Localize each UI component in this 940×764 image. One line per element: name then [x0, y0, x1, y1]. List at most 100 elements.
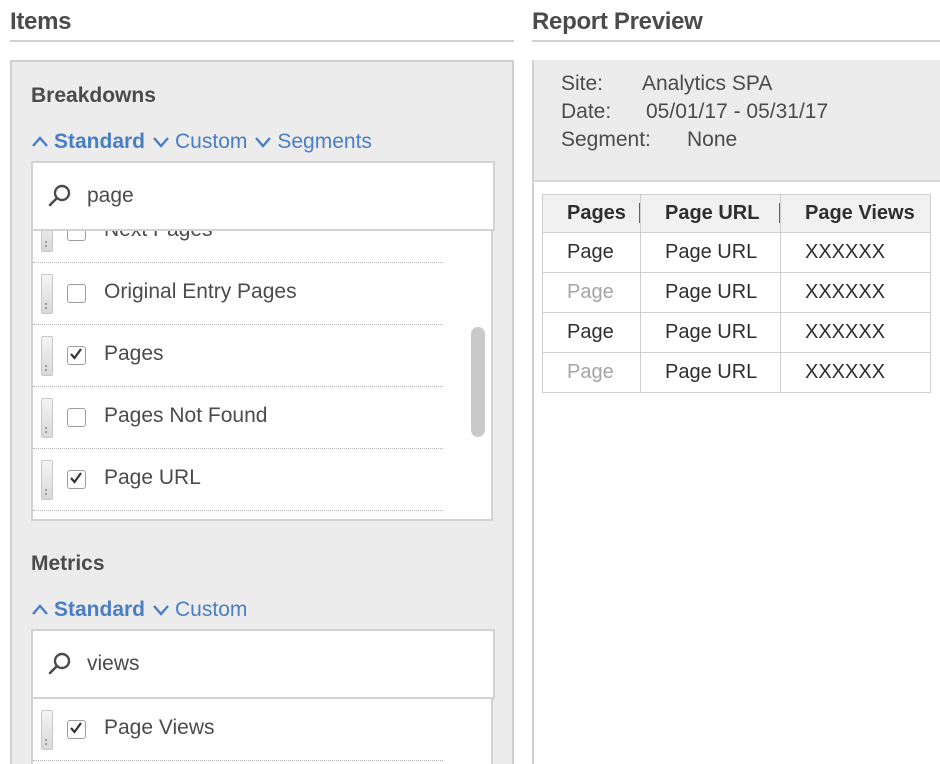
table-row: Page Page URL XXXXXX [542, 232, 931, 273]
items-title-rule [10, 40, 514, 42]
column-header-page-url: Page URL [640, 194, 781, 233]
drag-handle[interactable] [41, 274, 53, 314]
chevron-down-icon [151, 132, 171, 152]
table-cell: Page URL [640, 232, 781, 273]
column-header-label: Page URL [665, 202, 760, 224]
checkbox[interactable] [67, 284, 86, 303]
column-header-page-views: Page Views [780, 194, 931, 233]
list-item-label: Page Views [104, 716, 215, 739]
table-cell: Page URL [640, 312, 781, 353]
list-item-label: Page URL [104, 466, 201, 489]
table-cell: Page URL [640, 352, 781, 393]
tab-metrics-custom[interactable]: Custom [151, 598, 247, 622]
date-label: Date: [561, 100, 612, 123]
metrics-search-box [31, 629, 495, 699]
drag-handle[interactable] [41, 231, 53, 252]
list-item[interactable]: Original Entry Pages [33, 263, 443, 325]
list-item-label: Pages [104, 342, 164, 365]
list-item[interactable]: Page URL [33, 449, 443, 511]
table-cell: Page [542, 352, 641, 393]
checkbox-checked[interactable] [67, 720, 86, 739]
breakdowns-heading: Breakdowns [31, 84, 156, 107]
checkmark-icon [70, 722, 82, 734]
breakdowns-scrollbar[interactable] [471, 327, 485, 437]
checkmark-icon [70, 348, 82, 360]
table-header-row: Pages Page URL Page Views [542, 194, 931, 233]
checkbox-checked[interactable] [67, 346, 86, 365]
tab-breakdowns-custom[interactable]: Custom [151, 130, 247, 154]
list-item[interactable]: Pages Not Found [33, 387, 443, 449]
site-value: Analytics SPA [642, 72, 773, 95]
table-row: Page Page URL XXXXXX [542, 352, 931, 393]
cell-text: XXXXXX [805, 241, 886, 263]
list-item-label: Next Pages [104, 231, 213, 242]
metrics-search-input[interactable] [87, 652, 447, 676]
drag-handle[interactable] [41, 710, 53, 750]
site-label: Site: [561, 72, 604, 95]
list-item-label: Original Entry Pages [104, 280, 297, 303]
cell-text: XXXXXX [805, 281, 886, 303]
tab-breakdowns-segments[interactable]: Segments [253, 130, 372, 154]
table-cell: Page [542, 312, 641, 353]
chevron-down-icon [151, 600, 171, 620]
drag-handle[interactable] [41, 460, 53, 500]
segment-label: Segment: [561, 128, 651, 151]
tab-label: Segments [277, 130, 372, 153]
segment-value: None [687, 128, 738, 151]
breakdowns-tabs: Standard Custom Segments [30, 130, 378, 154]
cell-text: Page URL [665, 281, 758, 303]
metrics-tabs: Standard Custom [30, 598, 253, 622]
cell-text: Page [567, 241, 614, 263]
report-preview-title: Report Preview [532, 8, 703, 35]
search-icon [47, 183, 73, 209]
cell-text: XXXXXX [805, 321, 886, 343]
report-preview-header: Site: Analytics SPA Date: 05/01/17 - 05/… [532, 60, 940, 182]
cell-text: XXXXXX [805, 361, 886, 383]
cell-text: Page URL [665, 321, 758, 343]
tab-label: Custom [175, 598, 248, 621]
cell-text: Page [567, 281, 614, 303]
breakdowns-list: Next Pages Original Entry Pages Pages Pa… [31, 231, 493, 521]
table-cell: Page URL [640, 272, 781, 313]
cell-text: Page URL [665, 361, 758, 383]
column-header-pages: Pages [542, 194, 641, 233]
column-header-label: Pages [567, 202, 626, 224]
chevron-up-icon [30, 600, 50, 620]
list-item[interactable]: Pages [33, 325, 443, 387]
table-cell: XXXXXX [780, 352, 931, 393]
metrics-heading: Metrics [31, 552, 105, 575]
drag-handle[interactable] [41, 398, 53, 438]
table-row: Page Page URL XXXXXX [542, 312, 931, 353]
breakdowns-search-input[interactable] [87, 184, 447, 208]
breakdowns-search-box [31, 161, 495, 231]
table-cell: XXXXXX [780, 272, 931, 313]
list-item[interactable]: Next Pages [33, 231, 443, 263]
checkmark-icon [70, 472, 82, 484]
date-value: 05/01/17 - 05/31/17 [646, 100, 829, 123]
column-header-label: Page Views [805, 202, 915, 224]
checkbox-checked[interactable] [67, 470, 86, 489]
checkbox[interactable] [67, 231, 86, 241]
checkbox[interactable] [67, 408, 86, 427]
table-cell: Page [542, 232, 641, 273]
drag-handle[interactable] [41, 336, 53, 376]
table-cell: XXXXXX [780, 232, 931, 273]
items-title: Items [10, 8, 72, 35]
search-icon [47, 651, 73, 677]
tab-metrics-standard[interactable]: Standard [30, 598, 145, 622]
table-cell: Page [542, 272, 641, 313]
chevron-up-icon [30, 132, 50, 152]
tab-label: Standard [54, 598, 146, 621]
metrics-list: Page Views [31, 699, 493, 764]
table-cell: XXXXXX [780, 312, 931, 353]
report-preview-title-rule [532, 40, 940, 42]
tab-breakdowns-standard[interactable]: Standard [30, 130, 145, 154]
tab-label: Custom [175, 130, 248, 153]
chevron-down-icon [253, 132, 273, 152]
cell-text: Page [567, 321, 614, 343]
list-item[interactable]: Page Views [33, 699, 443, 761]
table-row: Page Page URL XXXXXX [542, 272, 931, 313]
tab-label: Standard [54, 130, 146, 153]
cell-text: Page URL [665, 241, 758, 263]
report-preview-table: Pages Page URL Page Views Page Page URL … [542, 194, 931, 393]
